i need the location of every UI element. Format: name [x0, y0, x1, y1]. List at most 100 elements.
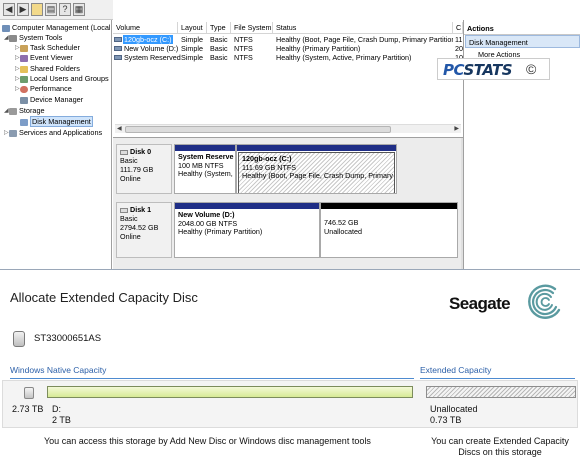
pcstats-watermark: PCSTATS © — [437, 58, 550, 80]
actions-header: Actions — [464, 22, 580, 35]
disk-view-vertical-scrollbar[interactable] — [461, 138, 463, 269]
tree-item-disk-management[interactable]: Disk Management — [20, 116, 93, 127]
volume-type: Basic — [210, 35, 228, 44]
volume-status: Healthy (Boot, Page File, Crash Dump, Pr… — [276, 35, 453, 44]
column-header-status[interactable]: Status — [273, 22, 453, 34]
volume-status: Healthy (System, Active, Primary Partiti… — [276, 53, 412, 62]
help-icon[interactable]: ? — [59, 3, 71, 16]
volume-layout: Simple — [181, 35, 203, 44]
hard-disk-icon — [13, 331, 25, 347]
page-title: Allocate Extended Capacity Disc — [10, 290, 198, 305]
users-icon — [20, 75, 28, 83]
tree-item-task-scheduler[interactable]: ▷ Task Scheduler — [15, 43, 80, 53]
disk-0-label[interactable]: Disk 0 Basic 111.79 GB Online — [116, 144, 172, 194]
volume-type: Basic — [210, 44, 228, 53]
device-manager-icon — [20, 96, 28, 104]
column-header-type[interactable]: Type — [207, 22, 231, 34]
scroll-right-icon[interactable]: ▶ — [454, 125, 459, 134]
tree-item-storage[interactable]: ◢ Storage — [4, 106, 45, 116]
volume-capacity: 20 — [455, 44, 463, 53]
column-header-file-system[interactable]: File System — [231, 22, 273, 34]
volume-row[interactable]: New Volume (D:) Simple Basic NTFS Health… — [113, 44, 463, 53]
volume-row[interactable]: 120gb-ocz (C:) Simple Basic NTFS Healthy… — [113, 35, 463, 44]
volume-file-system: NTFS — [234, 44, 253, 53]
volume-icon — [114, 55, 122, 60]
seagate-logo-icon — [528, 284, 561, 319]
disk-management-icon — [20, 118, 28, 126]
volume-icon — [114, 46, 122, 51]
actions-selected-disk-management[interactable]: Disk Management — [465, 35, 580, 48]
tree-item-services[interactable]: ▷ Services and Applications — [4, 128, 102, 138]
volume-name: New Volume (D:) — [124, 44, 179, 53]
volume-status: Healthy (Primary Partition) — [276, 44, 361, 53]
volume-capacity: 11 — [455, 35, 463, 44]
native-divider — [10, 378, 414, 379]
small-disk-icon — [24, 387, 34, 399]
tree-item-system-tools[interactable]: ◢ System Tools — [4, 33, 62, 43]
copyright-icon: © — [526, 61, 537, 77]
console-tree: Computer Management (Local ◢ System Tools… — [0, 20, 112, 269]
extended-divider — [420, 378, 575, 379]
unallocated-size: 0.73 TB — [430, 415, 462, 425]
extended-capacity-note: You can create Extended Capacity Discs o… — [431, 436, 569, 457]
pcstats-logo: PCSTATS — [443, 61, 513, 79]
volume-list: Volume Layout Type File System Status C … — [113, 20, 463, 138]
properties-icon[interactable]: ▤ — [45, 3, 57, 16]
computer-icon — [2, 24, 10, 32]
disk-model-name: ST33000651AS — [34, 333, 102, 344]
clock-icon — [20, 44, 28, 52]
volume-layout: Simple — [181, 44, 203, 53]
back-icon[interactable]: ◀ — [3, 3, 15, 16]
folder-icon[interactable] — [31, 3, 43, 16]
tree-item-root[interactable]: Computer Management (Local — [2, 23, 111, 33]
volume-file-system: NTFS — [234, 53, 253, 62]
graphical-disk-view: Disk 0 Basic 111.79 GB Online System Res… — [113, 138, 463, 269]
volume-list-horizontal-scrollbar[interactable]: ◀ ▶ — [115, 124, 461, 133]
partition-d-drive[interactable]: New Volume (D:) 2048.00 GB NTFS Healthy … — [174, 202, 320, 258]
volume-type: Basic — [210, 53, 228, 62]
column-header-layout[interactable]: Layout — [178, 22, 207, 34]
volume-list-header: Volume Layout Type File System Status C — [113, 22, 463, 34]
computer-management-window: ◀ ▶ ▤ ? ▦ Computer Management (Local ◢ Sy… — [0, 0, 580, 270]
tree-item-shared-folders[interactable]: ▷ Shared Folders — [15, 64, 80, 74]
volume-layout: Simple — [181, 53, 203, 62]
column-header-volume[interactable]: Volume — [113, 22, 178, 34]
storage-icon — [9, 107, 17, 115]
partition-system-reserved[interactable]: System Reserve 100 MB NTFS Healthy (Syst… — [174, 144, 236, 194]
native-capacity-bar[interactable] — [47, 386, 413, 398]
tools-icon — [9, 34, 17, 42]
disk-1-label[interactable]: Disk 1 Basic 2794.52 GB Online — [116, 202, 172, 258]
native-capacity-heading: Windows Native Capacity — [10, 365, 107, 375]
tree-item-event-viewer[interactable]: ▷ Event Viewer — [15, 53, 73, 63]
toolbar: ◀ ▶ ▤ ? ▦ — [0, 0, 113, 20]
scrollbar-thumb[interactable] — [125, 126, 391, 133]
volume-name: System Reserved — [124, 53, 181, 62]
unallocated-label: Unallocated — [430, 404, 478, 414]
native-capacity-note: You can access this storage by Add New D… — [44, 436, 371, 446]
shared-folder-icon — [20, 65, 28, 73]
total-capacity: 2.73 TB — [12, 404, 44, 414]
volume-row[interactable]: System Reserved Simple Basic NTFS Health… — [113, 53, 463, 62]
scroll-left-icon[interactable]: ◀ — [117, 125, 122, 134]
tree-item-local-users[interactable]: ▷ Local Users and Groups — [15, 74, 109, 84]
partition-c-drive[interactable]: 120gb-ocz (C:) 111.69 GB NTFS Healthy (B… — [236, 144, 397, 194]
volume-file-system: NTFS — [234, 35, 253, 44]
native-size: 2 TB — [52, 415, 71, 425]
disk-icon — [120, 207, 128, 213]
seagate-extended-capacity-panel: Allocate Extended Capacity Disc Seagate … — [0, 270, 580, 468]
extended-capacity-bar[interactable] — [426, 386, 576, 398]
native-drive-letter: D: — [52, 404, 61, 414]
services-icon — [9, 129, 17, 137]
forward-icon[interactable]: ▶ — [17, 3, 29, 16]
tree-item-device-manager[interactable]: Device Manager — [20, 95, 83, 105]
partition-unallocated[interactable]: 746.52 GB Unallocated — [320, 202, 458, 258]
performance-icon — [20, 85, 28, 93]
disk-icon — [120, 149, 128, 155]
tree-item-performance[interactable]: ▷ Performance — [15, 84, 72, 94]
volume-name: 120gb-ocz (C:) — [123, 35, 173, 44]
seagate-logo-text: Seagate — [449, 294, 511, 313]
volume-icon — [114, 37, 122, 42]
column-header-capacity[interactable]: C — [453, 22, 463, 34]
view-icon[interactable]: ▦ — [73, 3, 85, 16]
event-icon — [20, 54, 28, 62]
